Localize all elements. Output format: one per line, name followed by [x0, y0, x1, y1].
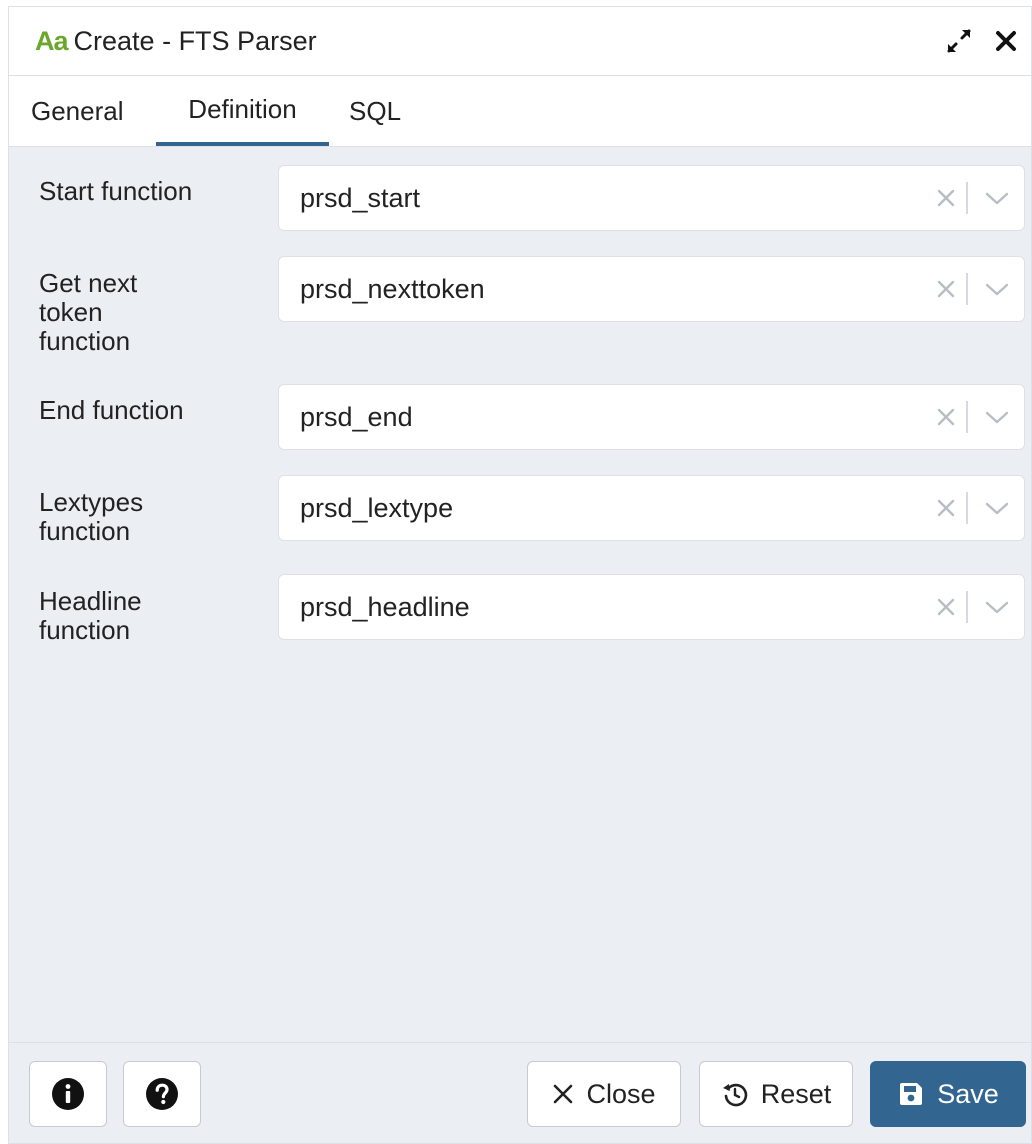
field-label: Start function: [39, 176, 193, 206]
separator: [966, 492, 968, 524]
start-function-select[interactable]: prsd_start: [278, 165, 1025, 231]
info-icon: [52, 1078, 84, 1110]
select-value: prsd_lextype: [300, 493, 454, 523]
chevron-down-icon[interactable]: [984, 279, 1010, 299]
select-value: prsd_nexttoken: [300, 274, 485, 304]
dialog-title: Create - FTS Parser: [73, 25, 317, 56]
tab-general[interactable]: General: [31, 76, 124, 146]
end-function-select[interactable]: prsd_end: [278, 384, 1025, 450]
select-value: prsd_end: [300, 402, 413, 432]
lextypes-function-select[interactable]: prsd_lextype: [278, 475, 1025, 541]
close-button-label: Close: [586, 1078, 656, 1109]
save-button[interactable]: Save: [870, 1061, 1026, 1127]
close-button[interactable]: Close: [527, 1061, 681, 1127]
reset-button-label: Reset: [760, 1078, 832, 1109]
separator: [966, 401, 968, 433]
clear-icon[interactable]: [934, 496, 958, 520]
get-next-token-function-select[interactable]: prsd_nexttoken: [278, 256, 1025, 322]
reset-icon: [722, 1083, 747, 1107]
separator: [966, 591, 968, 623]
reset-button[interactable]: Reset: [699, 1061, 853, 1127]
field-label: End function: [39, 395, 184, 425]
separator: [966, 182, 968, 214]
help-icon: [146, 1078, 178, 1110]
field-label: Lextypes function: [39, 487, 144, 546]
chevron-down-icon[interactable]: [984, 188, 1010, 208]
clear-icon[interactable]: [934, 405, 958, 429]
dialog-titlebar[interactable]: Aa Create - FTS Parser: [9, 7, 1031, 76]
help-button[interactable]: [123, 1061, 201, 1127]
create-fts-parser-dialog: Aa Create - FTS Parser General Definitio…: [8, 6, 1032, 1144]
font-aa-icon: Aa: [35, 25, 69, 56]
tab-definition[interactable]: Definition: [156, 76, 329, 146]
chevron-down-icon[interactable]: [984, 407, 1010, 427]
separator: [966, 273, 968, 305]
select-value: prsd_headline: [300, 592, 470, 622]
save-button-label: Save: [937, 1078, 999, 1109]
info-button[interactable]: [29, 1061, 107, 1127]
clear-icon[interactable]: [934, 595, 958, 619]
dialog-footer: Close Reset Save: [9, 1042, 1031, 1143]
chevron-down-icon[interactable]: [984, 498, 1010, 518]
clear-icon[interactable]: [934, 186, 958, 210]
clear-icon[interactable]: [934, 277, 958, 301]
close-icon: [554, 1084, 573, 1104]
close-icon[interactable]: [993, 28, 1019, 54]
field-label: Get next token function: [39, 268, 138, 356]
tab-bar: General Definition SQL: [9, 76, 1031, 147]
field-label: Headline function: [39, 586, 142, 645]
headline-function-select[interactable]: prsd_headline: [278, 574, 1025, 640]
select-value: prsd_start: [300, 183, 421, 213]
tab-sql[interactable]: SQL: [349, 76, 401, 146]
expand-icon[interactable]: [943, 25, 975, 57]
chevron-down-icon[interactable]: [984, 597, 1010, 617]
save-icon: [900, 1083, 923, 1105]
